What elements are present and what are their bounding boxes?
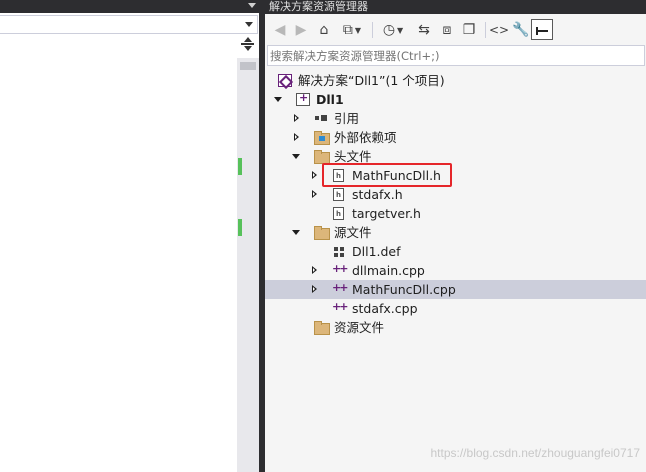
editor-title-bar [0,0,262,13]
tree-item-references[interactable]: 引用 [265,109,646,128]
external-dependencies-folder-icon [314,131,330,145]
tree-item-source-files[interactable]: 源文件 [265,223,646,242]
pending-changes-filter-icon[interactable]: ◷ ▼ [378,19,408,41]
tree-item-dll1-def[interactable]: Dll1.def [265,242,646,261]
folder-icon [314,150,330,164]
scrollbar-thumb[interactable] [240,62,256,70]
folder-icon [314,226,330,240]
tree-item-targetver-h[interactable]: h targetver.h [265,204,646,223]
change-marker [238,158,242,175]
search-input[interactable] [268,46,644,65]
tree-item-label: targetver.h [352,206,421,221]
tree-item-label: 引用 [334,111,360,126]
expand-arrow-icon[interactable] [312,285,317,293]
tree-item-mathfuncdll-cpp[interactable]: ++ MathFuncDll.cpp [265,280,646,299]
collapse-arrow-icon[interactable] [274,97,282,102]
editor-vertical-scrollbar[interactable] [237,58,259,472]
chevron-down-icon [245,22,253,27]
tree-item-project[interactable]: Dll1 [265,90,646,109]
tree-item-label: 解决方案“Dll1”(1 个项目) [298,73,445,88]
tree-item-label: 源文件 [334,225,372,240]
code-editor-pane[interactable] [0,0,262,472]
expand-arrow-icon[interactable] [312,266,317,274]
explorer-title: 解决方案资源管理器 [265,0,646,14]
sync-icon[interactable]: ⇆ [414,19,434,41]
split-up-arrow-icon [244,37,252,42]
home-icon[interactable]: ⌂ [314,19,334,41]
header-file-icon: h [333,207,344,220]
tree-item-label: Dll1 [316,92,344,107]
explorer-search-box[interactable] [267,45,645,66]
chevron-down-icon[interactable] [248,3,256,8]
tree-item-label: stdafx.cpp [352,301,418,316]
switch-views-icon[interactable]: ⧉ ▼ [337,19,367,41]
view-code-icon[interactable]: <> [489,19,509,41]
tree-item-dllmain-cpp[interactable]: ++ dllmain.cpp [265,261,646,280]
collapse-arrow-icon[interactable] [292,230,300,235]
toolbar-separator [372,22,373,38]
tree-item-label: MathFuncDll.cpp [352,282,456,297]
references-icon [314,112,328,125]
expand-arrow-icon[interactable] [294,114,299,122]
folder-icon [314,321,330,335]
tree-item-label: stdafx.h [352,187,403,202]
solution-icon [278,74,292,87]
tree-item-stdafx-cpp[interactable]: ++ stdafx.cpp [265,299,646,318]
tree-item-solution[interactable]: 解决方案“Dll1”(1 个项目) [265,71,646,90]
collapse-all-icon[interactable]: ⧈ [437,19,457,41]
expand-arrow-icon[interactable] [312,190,317,198]
tree-item-label: 资源文件 [334,320,385,335]
collapse-arrow-icon[interactable] [292,154,300,159]
editor-navigation-dropdown[interactable] [0,15,258,34]
forward-arrow-icon[interactable]: ▶ [292,19,310,41]
split-bar-icon [241,43,254,45]
tree-item-external-dependencies[interactable]: 外部依赖项 [265,128,646,147]
watermark-text: https://blog.csdn.net/zhouguangfei0717 [430,446,641,460]
tree-item-resource-files[interactable]: 资源文件 [265,318,646,337]
explorer-toolbar: ◀ ▶ ⌂ ⧉ ▼ ◷ ▼ ⇆ ⧈ ❐ <> 🔧 [265,17,646,43]
module-definition-file-icon [333,245,347,258]
expand-arrow-icon[interactable] [312,171,317,179]
split-down-arrow-icon [244,46,252,51]
tree-item-label: Dll1.def [352,244,401,259]
cpp-file-icon: ++ [332,300,349,313]
highlight-annotation-box [322,163,452,187]
cpp-file-icon: ++ [332,281,349,294]
split-window-button[interactable] [238,37,258,51]
show-all-files-icon[interactable]: ❐ [459,19,479,41]
solution-explorer: 解决方案资源管理器 ◀ ▶ ⌂ ⧉▼ ◷▼ ⇆ ⧈ ❐ <> 🔧 解决方案“Dl… [265,0,646,472]
toolbar-separator [485,22,486,38]
expand-arrow-icon[interactable] [294,133,299,141]
tree-item-stdafx-h[interactable]: h stdafx.h [265,185,646,204]
tree-item-label: 外部依赖项 [334,130,397,145]
pin-body-shape [536,30,548,32]
tree-item-label: dllmain.cpp [352,263,425,278]
change-marker [238,219,242,236]
header-file-icon: h [333,188,344,201]
back-arrow-icon[interactable]: ◀ [271,19,289,41]
cpp-project-icon [296,91,310,106]
properties-wrench-icon[interactable]: 🔧 [511,19,531,41]
auto-hide-pin-icon[interactable] [531,19,553,40]
cpp-file-icon: ++ [332,262,349,275]
